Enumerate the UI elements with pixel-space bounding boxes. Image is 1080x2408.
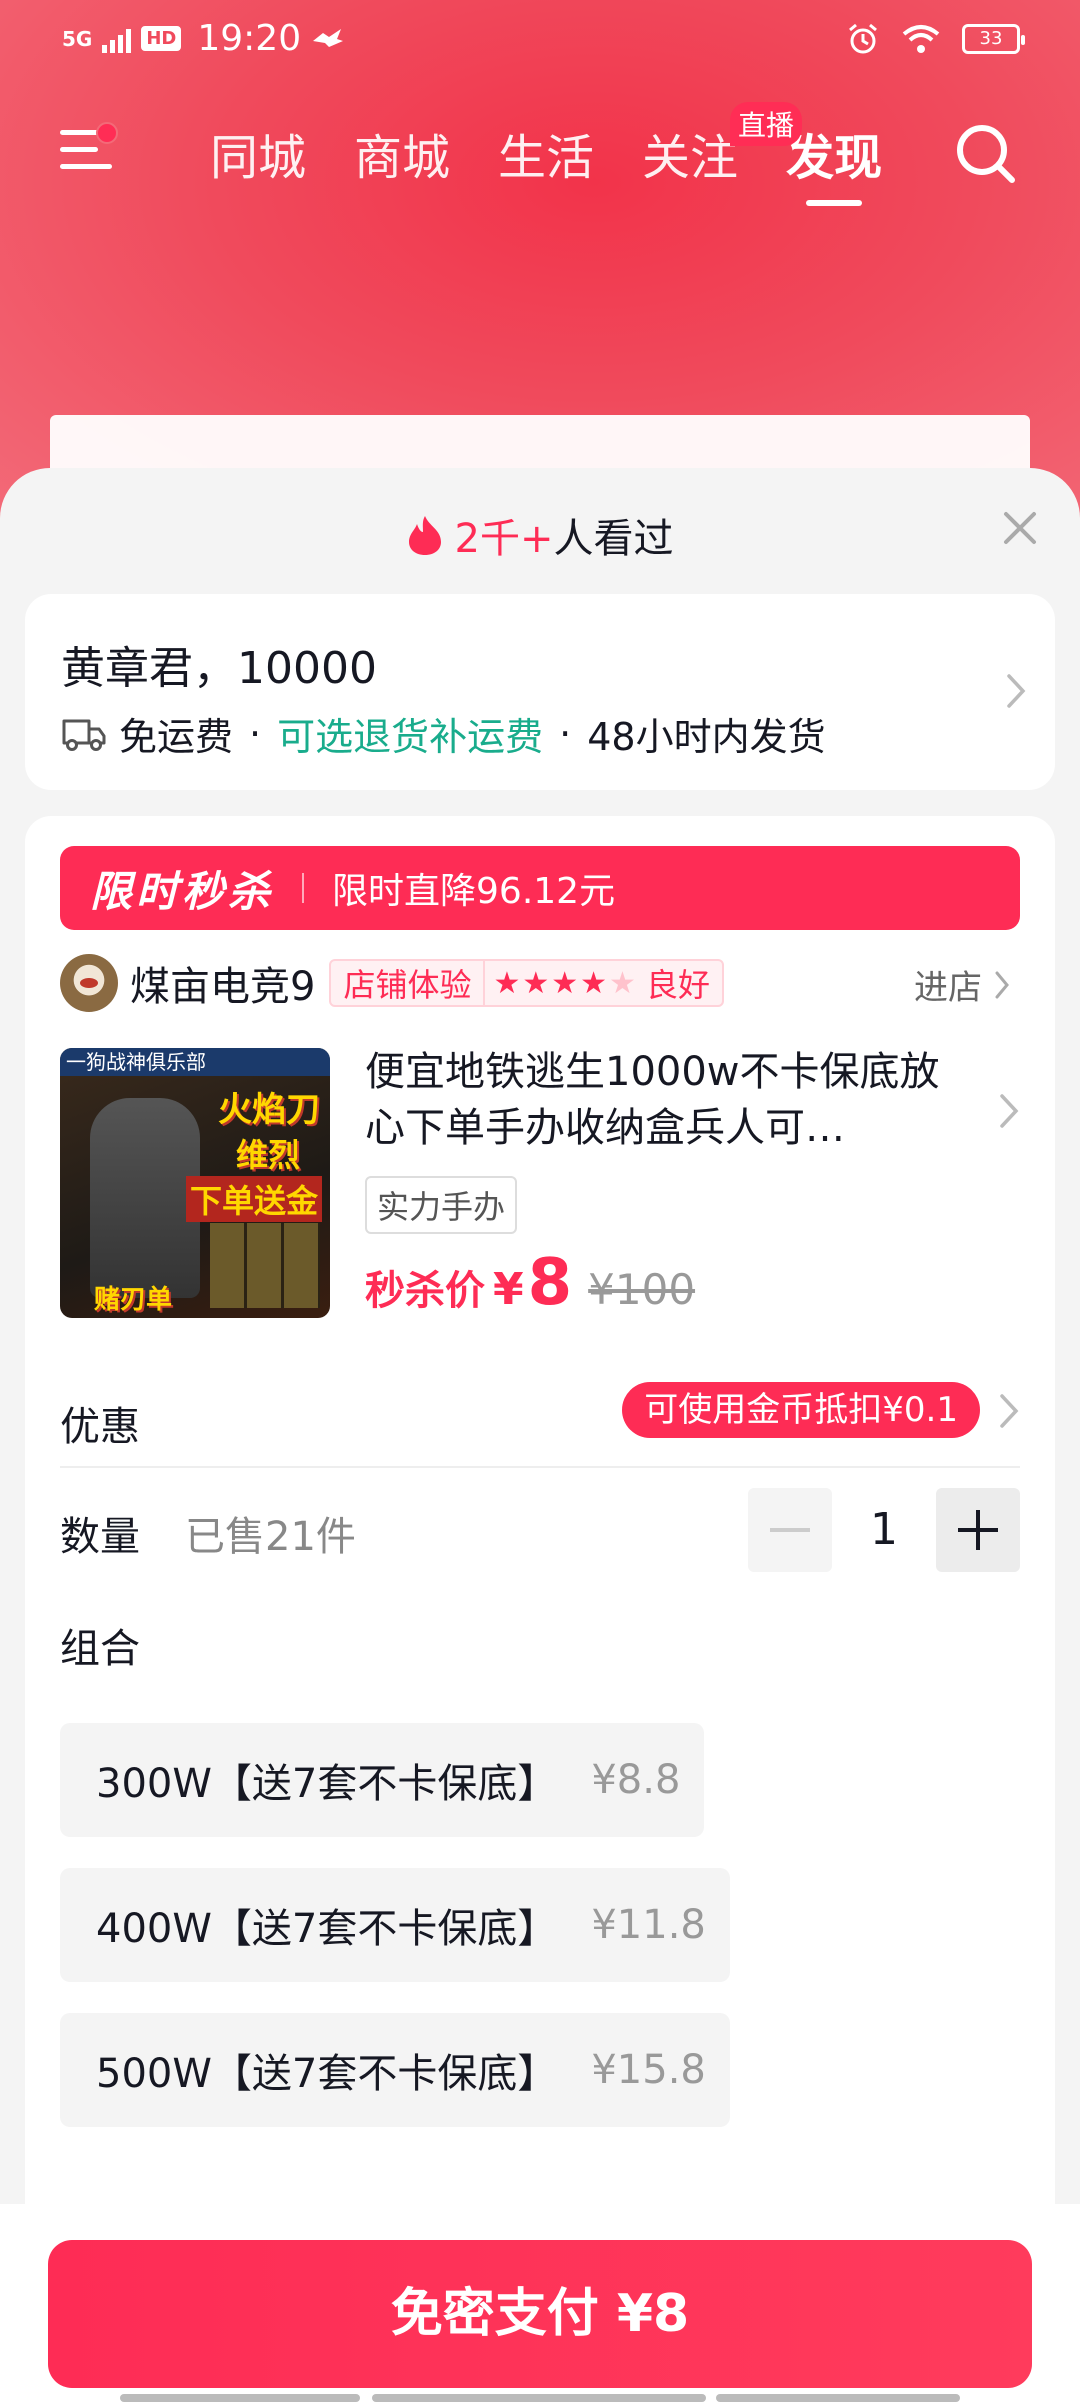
notification-dot: [96, 122, 118, 144]
combo-option-500w[interactable]: 500W【送7套不卡保底】 ¥15.8: [60, 2013, 730, 2127]
combo-option-300w[interactable]: 300W【送7套不卡保底】 ¥8.8: [60, 1723, 705, 1837]
price-value: 8: [527, 1246, 573, 1320]
quantity-increase-button[interactable]: [936, 1488, 1020, 1572]
top-navigation: 同城 商城 生活 关注 发现 直播: [0, 102, 1080, 210]
live-badge: 直播: [730, 102, 803, 146]
battery-icon: 33: [962, 24, 1025, 54]
view-count: 2千+人看过: [0, 506, 1080, 564]
shop-name[interactable]: 煤亩电竞9: [130, 954, 315, 1012]
chevron-right-icon: [1000, 1394, 1019, 1428]
pay-button[interactable]: 免密支付 ¥8: [48, 2240, 1032, 2388]
currency-symbol: ¥: [493, 1264, 524, 1315]
product-price: 秒杀价 ¥ 8 ¥100: [365, 1246, 695, 1320]
combo-option-400w[interactable]: 400W【送7套不卡保底】 ¥11.8: [60, 1868, 730, 1982]
sold-count: 已售21件: [185, 1514, 356, 1560]
combo-price: ¥15.8: [591, 2047, 706, 2093]
rating-stars-icon: ★★★★★: [485, 966, 645, 1001]
figure-silhouette: [90, 1098, 200, 1298]
coin-discount-pill[interactable]: 可使用金币抵扣¥0.1: [622, 1382, 980, 1438]
discount-label: 优惠: [60, 1404, 140, 1450]
combo-name: 500W【送7套不卡保底】: [96, 2051, 558, 2097]
view-count-suffix: 人看过: [553, 516, 674, 562]
shop-rating-badge: 店铺体验 ★★★★★ 良好: [329, 959, 724, 1007]
purchase-sheet: 2千+人看过 黄章君，10000 免运费 · 可选退货补运费 · 48小时内发货…: [0, 468, 1080, 2408]
combo-label: 组合: [60, 1626, 140, 1672]
home-indicator: [120, 2394, 360, 2402]
tab-mall[interactable]: 商城: [354, 118, 450, 188]
original-price: ¥100: [588, 1265, 696, 1314]
rating-stars-empty: ★: [609, 965, 638, 1001]
shop-rating-text: 良好: [645, 966, 710, 1004]
separator: ·: [559, 711, 572, 756]
image-caption: 火焰刀: [218, 1090, 320, 1130]
alarm-icon: [849, 23, 877, 54]
menu-button[interactable]: [60, 122, 118, 176]
quantity-decrease-button[interactable]: [748, 1488, 832, 1572]
combo-price: ¥8.8: [591, 1757, 681, 1803]
tab-tongcheng[interactable]: 同城: [210, 118, 306, 188]
dispatch-label: 48小时内发货: [587, 715, 826, 759]
discount-row[interactable]: 优惠 可使用金币抵扣¥0.1: [60, 1368, 1020, 1468]
status-bar: 5G HD 19:20 33: [0, 0, 1080, 80]
product-tag: 实力手办: [365, 1176, 518, 1234]
image-item-grid: [210, 1223, 320, 1308]
product-image[interactable]: 一狗战神俱乐部 火焰刀 维烈 下单送金 赌刃单: [60, 1048, 330, 1318]
flash-sale-subtitle: 限时直降96.12元: [332, 871, 616, 912]
chevron-right-icon: [995, 971, 1009, 998]
flame-icon: [408, 516, 441, 555]
shop-row: 煤亩电竞9 店铺体验 ★★★★★ 良好 进店: [60, 948, 1020, 1018]
divider: [302, 873, 305, 903]
tab-follow[interactable]: 关注: [642, 118, 738, 188]
rating-stars-filled: ★★★★: [493, 965, 610, 1001]
quantity-value[interactable]: 1: [832, 1488, 936, 1572]
close-icon[interactable]: [998, 506, 1042, 550]
shop-badge-label: 店铺体验: [331, 961, 486, 1005]
wifi-icon: [902, 25, 940, 53]
image-caption: 赌刃单: [94, 1285, 173, 1315]
address-card[interactable]: 黄章君，10000 免运费 · 可选退货补运费 · 48小时内发货: [25, 594, 1055, 790]
status-time: 19:20: [197, 18, 302, 59]
recipient-name: 黄章君，10000: [61, 643, 377, 694]
separator: ·: [249, 711, 262, 756]
product-title: 便宜地铁逃生1000w不卡保底放心下单手办收纳盒兵人可…: [365, 1049, 940, 1151]
signal-icon: [102, 25, 132, 53]
search-icon[interactable]: [950, 118, 1020, 188]
bottom-bar: 免密支付 ¥8: [0, 2204, 1080, 2408]
chevron-right-icon: [1007, 674, 1026, 708]
image-caption: 维烈: [235, 1136, 300, 1174]
shipping-info: 免运费 · 可选退货补运费 · 48小时内发货: [61, 706, 826, 761]
product-info[interactable]: 一狗战神俱乐部 火焰刀 维烈 下单送金 赌刃单 便宜地铁逃生1000w不卡保底放…: [60, 1048, 1020, 1328]
product-card: 限时秒杀 限时直降96.12元 煤亩电竞9 店铺体验 ★★★★★ 良好 进店 一…: [25, 816, 1055, 2408]
price-label: 秒杀价: [365, 1268, 485, 1314]
image-caption: 下单送金: [185, 1176, 322, 1222]
view-count-number: 2千+: [454, 516, 554, 562]
home-indicator: [372, 2394, 706, 2402]
quantity-label: 数量: [60, 1514, 140, 1560]
combo-name: 300W【送7套不卡保底】: [96, 1761, 558, 1807]
return-shipping-label: 可选退货补运费: [277, 715, 544, 759]
free-shipping-label: 免运费: [119, 715, 234, 759]
combo-price: ¥11.8: [591, 1902, 706, 1948]
image-banner-text: 一狗战神俱乐部: [60, 1048, 330, 1076]
shop-avatar[interactable]: [60, 954, 118, 1012]
network-type: 5G: [62, 26, 93, 51]
sheet-header: 2千+人看过: [0, 468, 1080, 594]
truck-icon: [62, 719, 106, 751]
enter-shop-button[interactable]: 进店: [914, 960, 1010, 1009]
hd-icon: HD: [141, 26, 182, 51]
notification-icon: [313, 28, 344, 47]
tab-life[interactable]: 生活: [498, 118, 594, 188]
quantity-row: 数量 已售21件 1: [60, 1476, 1020, 1586]
flash-sale-title: 限时秒杀: [90, 866, 275, 916]
combo-name: 400W【送7套不卡保底】: [96, 1906, 558, 1952]
flash-sale-banner: 限时秒杀 限时直降96.12元: [60, 846, 1020, 930]
home-indicator: [716, 2394, 960, 2402]
enter-shop-label: 进店: [914, 968, 982, 1008]
chevron-right-icon: [1000, 1094, 1019, 1128]
